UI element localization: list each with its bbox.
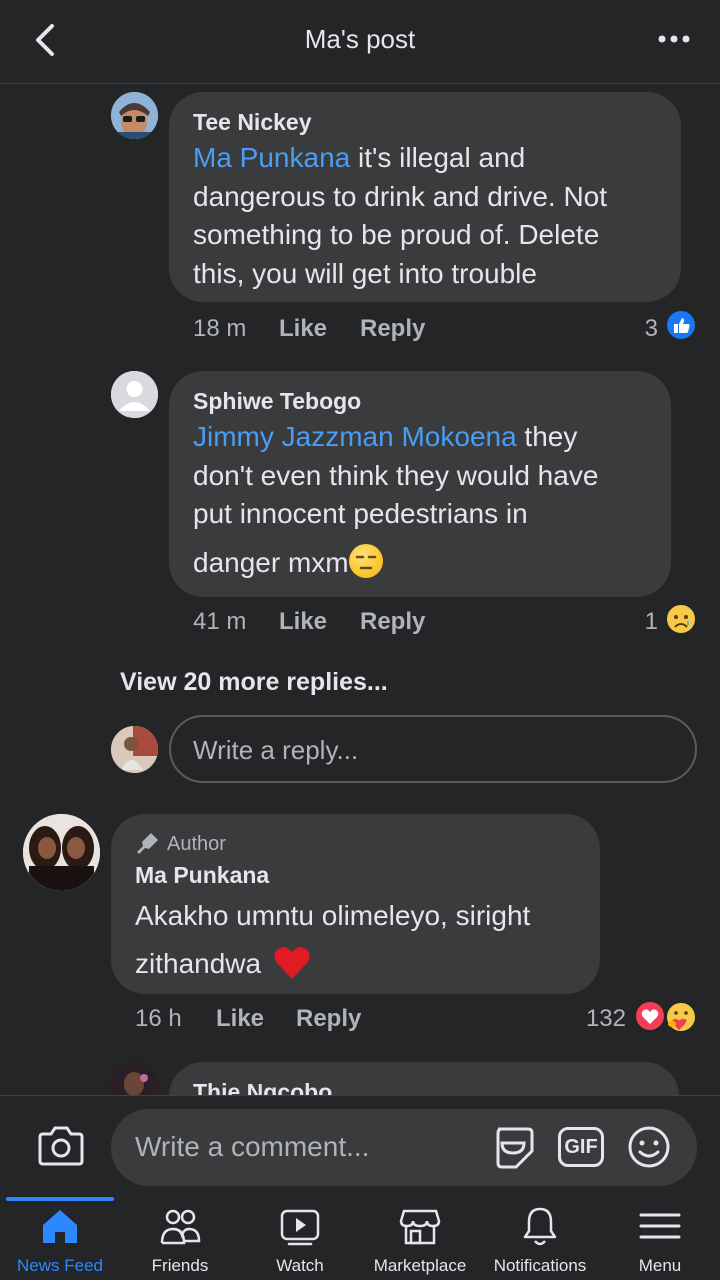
reply-button[interactable]: Reply xyxy=(360,608,425,636)
comments-list: Tee Nickey Ma Punkana it's illegal and d… xyxy=(0,85,720,1095)
reaction-count[interactable]: 3 xyxy=(620,315,658,343)
sticker-icon[interactable] xyxy=(490,1125,536,1171)
mention-link[interactable]: Jimmy Jazzman Mokoena xyxy=(193,421,517,452)
tab-news-feed[interactable]: News Feed xyxy=(0,1197,120,1280)
care-reaction-icon xyxy=(665,1001,697,1033)
user-photo-icon xyxy=(111,92,158,139)
tab-label: News Feed xyxy=(17,1256,103,1275)
avatar xyxy=(111,726,158,773)
red-heart-emoji-icon xyxy=(274,947,310,979)
sad-reaction-icon xyxy=(665,603,697,635)
reply-button[interactable]: Reply xyxy=(296,1005,361,1033)
reply-placeholder: Write a reply... xyxy=(193,735,359,765)
avatar[interactable] xyxy=(111,371,158,418)
author-badge-icon xyxy=(137,833,158,854)
comment-placeholder: Write a comment... xyxy=(135,1131,370,1162)
emoji-icon[interactable] xyxy=(627,1125,671,1169)
default-avatar-icon xyxy=(111,371,158,418)
comment-text: Jimmy Jazzman Mokoena they don't even th… xyxy=(193,421,599,578)
tab-label: Watch xyxy=(276,1256,324,1275)
like-button[interactable]: Like xyxy=(279,315,327,343)
like-reaction-icon xyxy=(665,309,697,341)
tab-marketplace[interactable]: Marketplace xyxy=(360,1197,480,1280)
tab-friends[interactable]: Friends xyxy=(120,1197,240,1280)
watch-icon xyxy=(280,1209,320,1246)
home-icon xyxy=(43,1210,77,1243)
comment-time: 16 h xyxy=(135,1005,182,1032)
reply-button[interactable]: Reply xyxy=(360,315,425,343)
bottom-tab-bar: News Feed Friends Watch Marketplace Noti… xyxy=(0,1197,720,1280)
marketplace-icon xyxy=(399,1209,441,1245)
avatar[interactable] xyxy=(111,92,158,139)
bell-icon xyxy=(523,1207,557,1246)
top-bar: Ma's post xyxy=(0,0,720,84)
page-title: Ma's post xyxy=(304,24,416,54)
tab-label: Notifications xyxy=(493,1256,587,1275)
tab-notifications[interactable]: Notifications xyxy=(480,1197,600,1280)
commenter-name[interactable]: Ma Punkana xyxy=(135,862,269,889)
author-avatar[interactable] xyxy=(23,814,100,891)
mention-link[interactable]: Ma Punkana xyxy=(193,142,350,173)
commenter-name[interactable]: Tee Nickey xyxy=(193,109,311,136)
tab-label: Marketplace xyxy=(373,1256,467,1275)
love-reaction-icon xyxy=(634,1000,666,1032)
gif-button[interactable]: GIF xyxy=(558,1127,604,1167)
user-photo-icon xyxy=(111,1062,158,1095)
reply-input[interactable]: Write a reply... xyxy=(169,715,697,783)
more-options-icon[interactable] xyxy=(656,30,692,48)
comment-text: Akakho umntu olimeleyo, siright zithandw… xyxy=(135,900,531,979)
user-photo-icon xyxy=(23,814,100,891)
author-badge: Author xyxy=(167,833,226,855)
view-more-replies-link[interactable]: View 20 more replies... xyxy=(120,668,388,697)
commenter-name[interactable]: Thie Ngcobo xyxy=(193,1079,332,1095)
comment-text: Ma Punkana it's illegal and dangerous to… xyxy=(193,142,608,289)
menu-icon xyxy=(639,1213,681,1239)
tab-menu[interactable]: Menu xyxy=(600,1197,720,1280)
like-button[interactable]: Like xyxy=(216,1005,264,1033)
user-photo-icon xyxy=(111,726,158,773)
tab-label: Menu xyxy=(638,1256,682,1275)
reaction-count[interactable]: 1 xyxy=(620,608,658,636)
avatar[interactable] xyxy=(111,1062,158,1095)
camera-icon[interactable] xyxy=(37,1124,85,1168)
comment-time: 18 m xyxy=(193,315,247,342)
friends-icon xyxy=(160,1209,201,1245)
reaction-count[interactable]: 132 xyxy=(560,1005,626,1033)
comment-time: 41 m xyxy=(193,608,247,635)
like-button[interactable]: Like xyxy=(279,608,327,636)
tab-watch[interactable]: Watch xyxy=(240,1197,360,1280)
comment-composer: Write a comment... GIF xyxy=(0,1095,720,1197)
unamused-emoji-icon xyxy=(348,543,383,578)
comment-input[interactable]: Write a comment... GIF xyxy=(111,1109,697,1186)
tab-label: Friends xyxy=(151,1256,209,1275)
commenter-name[interactable]: Sphiwe Tebogo xyxy=(193,388,361,415)
